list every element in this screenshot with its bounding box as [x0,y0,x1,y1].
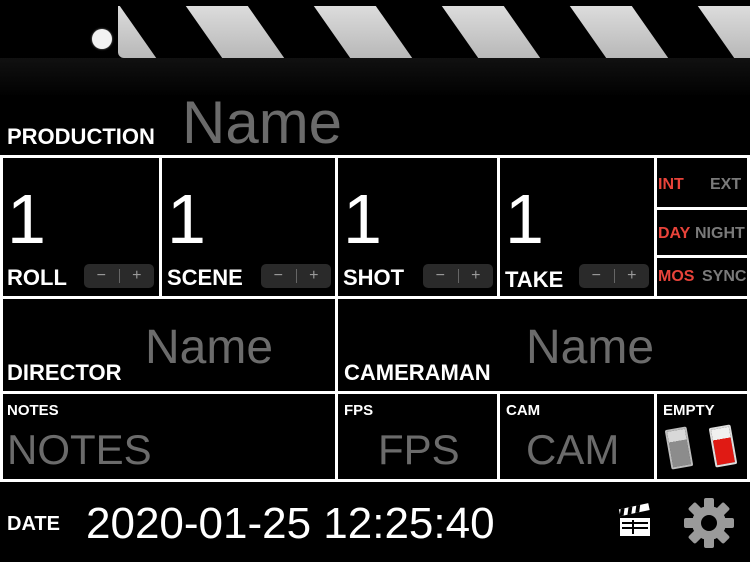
roll-increment-button[interactable]: + [120,264,155,288]
scene-label: SCENE [167,265,243,290]
divider [0,155,750,158]
take-value: 1 [505,180,544,258]
clapper-stripe [247,6,351,58]
take-stepper: − + [579,264,649,288]
cameraman-input[interactable]: Name [526,320,654,375]
clapper-shadow [0,58,750,95]
clapper-stick[interactable] [0,0,750,95]
clapper-stripe [119,6,223,58]
roll-value: 1 [7,180,46,258]
empty-label: EMPTY [663,402,715,419]
int-toggle[interactable]: INT [658,176,684,194]
scene-decrement-button[interactable]: − [261,264,296,288]
production-label: PRODUCTION [7,124,155,149]
divider [497,391,500,482]
gear-icon[interactable] [682,496,736,550]
cam-input[interactable]: CAM [526,426,619,474]
fps-input[interactable]: FPS [378,426,460,474]
production-input[interactable]: Name [182,88,342,157]
divider [335,155,338,482]
director-input[interactable]: Name [145,320,273,375]
sync-toggle[interactable]: SYNC [702,268,746,286]
divider [497,155,500,298]
mos-toggle[interactable]: MOS [658,268,694,286]
divider [159,155,162,298]
date-label: DATE [7,513,60,535]
divider [654,391,657,482]
scene-stepper: − + [261,264,331,288]
clapper-stripe [631,6,735,58]
divider [654,207,750,210]
scene-increment-button[interactable]: + [297,264,332,288]
hinge-pin [92,29,112,49]
notes-label: NOTES [7,402,59,419]
roll-label: ROLL [7,265,67,290]
shot-decrement-button[interactable]: − [423,264,458,288]
shot-value: 1 [343,180,382,258]
clapper-arm [118,6,750,58]
day-toggle[interactable]: DAY [658,225,690,243]
scene-value: 1 [167,180,206,258]
roll-decrement-button[interactable]: − [84,264,119,288]
clapper-stripe [375,6,479,58]
clapper-stripe [503,6,607,58]
fps-label: FPS [344,402,374,419]
divider [0,155,3,482]
cameraman-label: CAMERAMAN [344,360,491,385]
take-increment-button[interactable]: + [615,264,650,288]
night-toggle[interactable]: NIGHT [695,225,745,243]
ext-toggle[interactable]: EXT [710,176,741,194]
divider [0,479,750,482]
cam-label: CAM [506,402,541,419]
clapperboard-icon[interactable] [616,502,654,540]
battery-full-icon [708,424,738,468]
notes-input[interactable]: NOTES [7,426,152,474]
take-label: TAKE [505,267,564,292]
date-value: 2020-01-25 12:25:40 [86,499,495,548]
battery-empty-icon [664,426,694,470]
divider [654,155,657,298]
divider [654,255,750,258]
director-label: DIRECTOR [7,360,122,385]
roll-stepper: − + [84,264,154,288]
shot-label: SHOT [343,265,405,290]
divider [0,296,750,299]
shot-stepper: − + [423,264,493,288]
shot-increment-button[interactable]: + [459,264,494,288]
divider [0,391,750,394]
take-decrement-button[interactable]: − [579,264,614,288]
